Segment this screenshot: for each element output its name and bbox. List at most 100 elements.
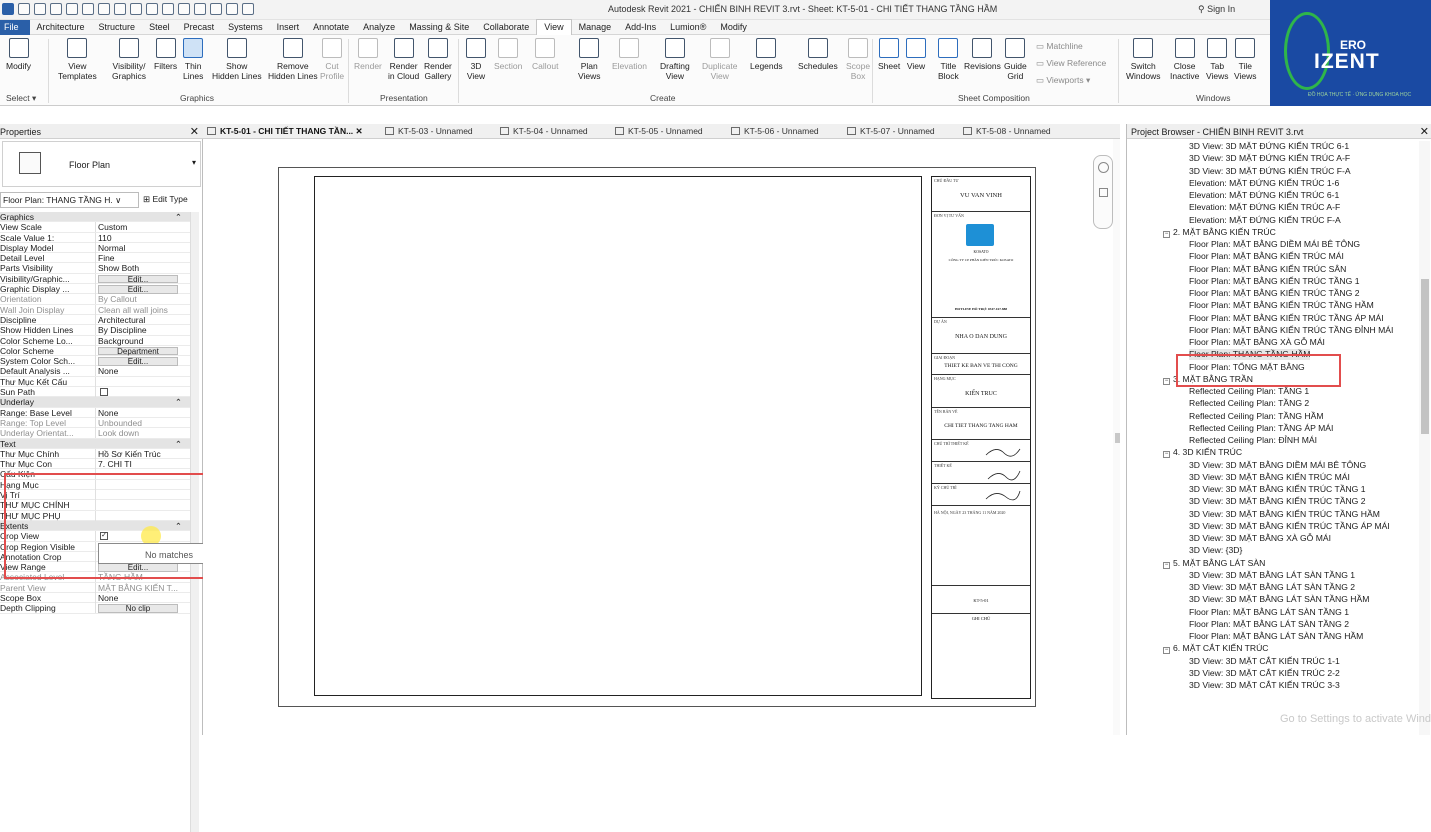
tab-file[interactable]: File	[0, 19, 30, 35]
browser-item[interactable]: 3D View: 3D MẶT ĐỨNG KIẾN TRÚC A-F	[1189, 153, 1350, 164]
browser-scroll-thumb[interactable]	[1421, 279, 1429, 434]
view-tab[interactable]: KT-5-04 - Unnamed	[500, 126, 588, 136]
tab-insert[interactable]: Insert	[270, 20, 307, 35]
property-row[interactable]: View Scale Custom	[0, 222, 190, 233]
browser-item[interactable]: 3D View: 3D MẶT ĐỨNG KIẾN TRÚC 6-1	[1189, 141, 1349, 152]
matchline-button[interactable]: ▭ Matchline	[1036, 41, 1083, 52]
sheet-button[interactable]: Sheet	[878, 38, 900, 71]
browser-folder[interactable]: −6. MẶT CẮT KIẾN TRÚC	[1163, 643, 1269, 655]
show-hidden-lines-button[interactable]: Show Hidden Lines	[212, 38, 262, 81]
property-value[interactable]: Architectural	[98, 315, 178, 325]
browser-item[interactable]: 3D View: 3D MẶT BẰNG LÁT SÀN TẦNG 2	[1189, 582, 1355, 593]
browser-item[interactable]: Floor Plan: MẶT BẰNG LÁT SÀN TẦNG 2	[1189, 619, 1349, 630]
close-hidden-icon[interactable]	[226, 3, 238, 15]
browser-item[interactable]: 3D View: 3D MẶT BẰNG DIỀM MÁI BÊ TÔNG	[1189, 460, 1366, 471]
property-row[interactable]: Range: Base Level None	[0, 407, 190, 418]
browser-item[interactable]: Elevation: MẶT ĐỨNG KIẾN TRÚC 1-6	[1189, 178, 1339, 189]
property-value[interactable]: Look down	[98, 428, 178, 438]
duplicate-view-button[interactable]: Duplicate View	[702, 38, 737, 81]
instance-selector[interactable]: Floor Plan: THANG TẦNG H. ∨	[0, 192, 139, 208]
viewports-button[interactable]: ▭ Viewports ▾	[1036, 75, 1090, 86]
close-icon[interactable]: ✕	[1420, 125, 1429, 138]
steering-wheel-icon[interactable]	[1098, 162, 1109, 173]
browser-item[interactable]: 3D View: 3D MẶT ĐỨNG KIẾN TRÚC F-A	[1189, 166, 1351, 177]
tab-modify[interactable]: Modify	[713, 20, 754, 35]
property-row[interactable]: Thư Mục Kết Cấu	[0, 376, 190, 388]
browser-folder[interactable]: −2. MẶT BẰNG KIẾN TRÚC	[1163, 227, 1276, 238]
drafting-view-button[interactable]: Drafting View	[660, 38, 690, 81]
property-edit-button[interactable]: Edit...	[98, 357, 178, 366]
browser-item[interactable]: 3D View: 3D MẶT CẮT KIẾN TRÚC 3-3	[1189, 680, 1340, 691]
property-row[interactable]: Sun Path	[0, 387, 190, 398]
print-icon[interactable]	[114, 3, 126, 15]
zoom-icon[interactable]	[1099, 188, 1108, 197]
property-row[interactable]: Graphic Display ... Edit...	[0, 284, 190, 295]
property-value[interactable]: Show Both	[98, 263, 178, 273]
browser-item[interactable]: Reflected Ceiling Plan: TẦNG HẦM	[1189, 411, 1324, 422]
guide-grid-button[interactable]: Guide Grid	[1004, 38, 1027, 81]
collapse-icon[interactable]: ⌃	[175, 212, 182, 222]
browser-item[interactable]: Reflected Ceiling Plan: TẦNG ÁP MÁI	[1189, 423, 1333, 434]
redo-icon[interactable]	[98, 3, 110, 15]
property-value[interactable]: 7. CHI TI	[98, 459, 178, 469]
property-row[interactable]: Discipline Architectural	[0, 314, 190, 326]
browser-item[interactable]: Elevation: MẶT ĐỨNG KIẾN TRÚC 6-1	[1189, 190, 1339, 201]
modify-button[interactable]: Modify	[6, 38, 31, 71]
select-dropdown[interactable]: Select ▾	[6, 93, 36, 104]
property-row[interactable]: Orientation By Callout	[0, 294, 190, 305]
thin-lines-icon[interactable]	[210, 3, 222, 15]
tab-structure[interactable]: Structure	[92, 20, 143, 35]
property-row[interactable]: Thư Mục Con 7. CHI TI	[0, 459, 190, 470]
property-row[interactable]: Thư Mục Chính Hồ Sơ Kiến Trúc	[0, 448, 190, 460]
property-row[interactable]: Detail Level Fine	[0, 253, 190, 264]
navigation-bar[interactable]	[1093, 155, 1113, 229]
property-row[interactable]: Scope Box None	[0, 592, 190, 604]
property-row[interactable]: Color Scheme Department	[0, 345, 190, 357]
property-edit-button[interactable]: No clip	[98, 604, 178, 613]
browser-item[interactable]: Elevation: MẶT ĐỨNG KIẾN TRÚC A-F	[1189, 202, 1340, 213]
close-tab-icon[interactable]: ✕	[353, 126, 363, 136]
tab-add-ins[interactable]: Add-Ins	[618, 20, 663, 35]
property-row[interactable]: Default Analysis ... None	[0, 366, 190, 377]
scope-box-button[interactable]: Scope Box	[846, 38, 870, 81]
thin-lines-button[interactable]: Thin Lines	[183, 38, 203, 81]
tab-architecture[interactable]: Architecture	[30, 20, 92, 35]
view-tab[interactable]: KT-5-03 - Unnamed	[385, 126, 473, 136]
view-tab[interactable]: KT-5-06 - Unnamed	[731, 126, 819, 136]
browser-item[interactable]: 3D View: 3D MẶT BẰNG KIẾN TRÚC MÁI	[1189, 472, 1350, 483]
browser-item[interactable]: Floor Plan: MẶT BẰNG KIẾN TRÚC MÁI	[1189, 251, 1344, 262]
browser-item[interactable]: Elevation: MẶT ĐỨNG KIẾN TRÚC F-A	[1189, 215, 1341, 226]
tab-manage[interactable]: Manage	[572, 20, 619, 35]
browser-item[interactable]: 3D View: 3D MẶT BẰNG XÀ GỖ MÁI	[1189, 533, 1331, 544]
save-icon[interactable]	[50, 3, 62, 15]
view-reference-button[interactable]: ▭ View Reference	[1036, 58, 1106, 69]
plan-views-button[interactable]: Plan Views	[578, 38, 601, 81]
property-row[interactable]: Range: Top Level Unbounded	[0, 417, 190, 429]
browser-item[interactable]: Reflected Ceiling Plan: TẦNG 1	[1189, 386, 1309, 397]
new-icon[interactable]	[34, 3, 46, 15]
tab-analyze[interactable]: Analyze	[356, 20, 402, 35]
switch-windows-button[interactable]: Switch Windows	[1126, 38, 1160, 81]
render-button[interactable]: Render	[354, 38, 382, 71]
browser-item[interactable]: Floor Plan: MẶT BẰNG KIẾN TRÚC TẦNG ĐỈNH…	[1189, 325, 1393, 336]
browser-item[interactable]: Floor Plan: MẶT BẰNG LÁT SÀN TẦNG 1	[1189, 607, 1349, 618]
cut-profile-button[interactable]: Cut Profile	[320, 38, 344, 81]
tab-views-button[interactable]: Tab Views	[1206, 38, 1229, 81]
revit-r-icon[interactable]	[2, 3, 14, 15]
browser-item[interactable]: 3D View: 3D MẶT BẰNG LÁT SÀN TẦNG 1	[1189, 570, 1355, 581]
tile-views-button[interactable]: Tile Views	[1234, 38, 1257, 81]
sign-in-link[interactable]: ⚲ Sign In	[1198, 4, 1235, 15]
render-gallery-button[interactable]: Render Gallery	[424, 38, 452, 81]
property-group-header[interactable]: Underlay ⌃	[0, 397, 190, 408]
3d-view-button[interactable]: 3D View	[466, 38, 486, 81]
property-row[interactable]: Parts Visibility Show Both	[0, 263, 190, 274]
browser-item[interactable]: Reflected Ceiling Plan: TẦNG 2	[1189, 398, 1309, 409]
text-a-icon[interactable]	[162, 3, 174, 15]
browser-item[interactable]: Reflected Ceiling Plan: ĐỈNH MÁI	[1189, 435, 1317, 446]
sync-icon[interactable]	[66, 3, 78, 15]
property-value[interactable]: Unbounded	[98, 418, 178, 428]
browser-item[interactable]: 3D View: 3D MẶT BẰNG KIẾN TRÚC TẦNG 1	[1189, 484, 1366, 495]
close-icon[interactable]: ✕	[190, 125, 199, 138]
collapse-icon[interactable]: ⌃	[175, 397, 182, 407]
property-value[interactable]: MẶT BẰNG KIẾN T...	[98, 583, 178, 593]
